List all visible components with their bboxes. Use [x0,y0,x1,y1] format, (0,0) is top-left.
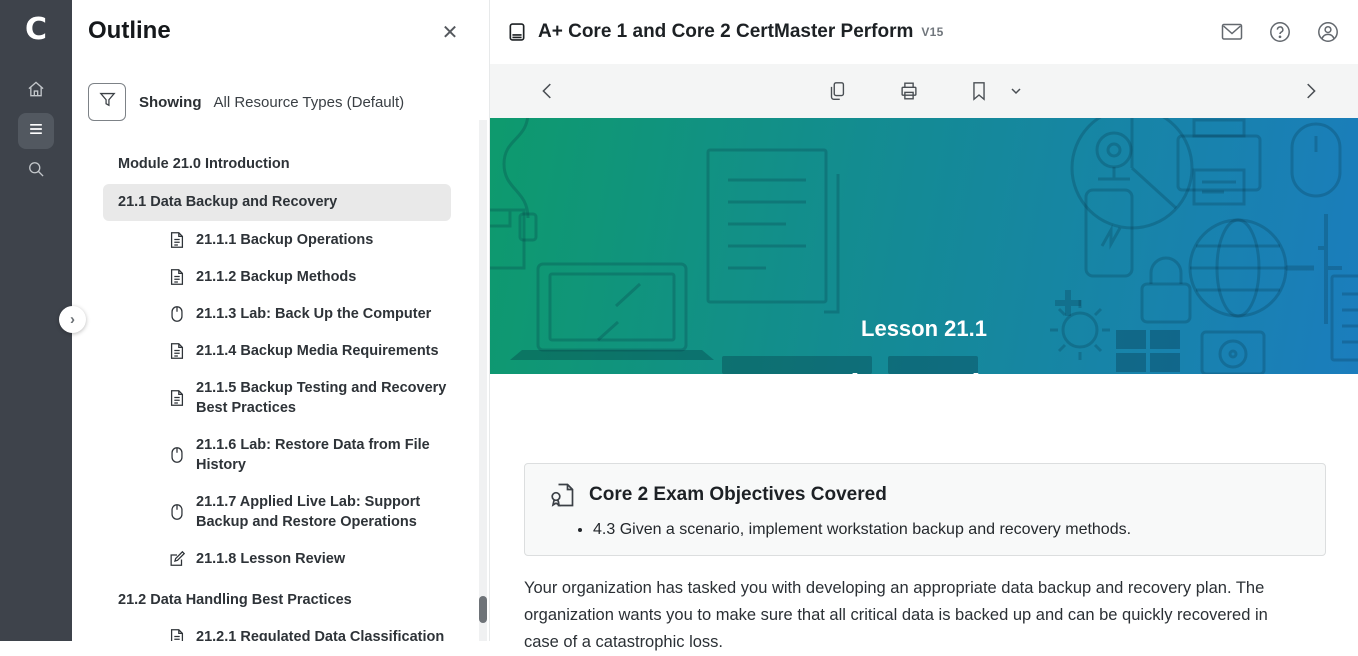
outline-item[interactable]: Module 21.0 Introduction [72,146,482,183]
close-outline-button[interactable]: ✕ [439,22,461,44]
account-icon[interactable] [1316,20,1340,44]
mouse-icon [168,305,186,323]
document-icon [168,389,186,407]
document-icon [168,342,186,360]
previous-page-button[interactable] [534,64,562,118]
lesson-number: Lesson 21.1 [490,316,1358,342]
print-icon[interactable] [894,64,924,118]
outline-scrollbar-thumb[interactable] [479,596,487,623]
home-button[interactable] [18,73,54,109]
hamburger-icon [26,119,46,144]
outline-item[interactable]: 21.1.5 Backup Testing and Recovery Best … [72,370,482,427]
edit-icon [168,550,186,568]
lesson-toolbar [490,64,1358,118]
exam-objectives-list: 4.3 Given a scenario, implement workstat… [593,519,1301,541]
lesson-intro-paragraph: Your organization has tasked you with de… [524,575,1302,656]
outline-item[interactable]: 21.2.1 Regulated Data Classification [72,619,482,641]
outline-item-label: 21.1.8 Lesson Review [196,549,345,569]
mail-icon[interactable] [1220,20,1244,44]
course-title: A+ Core 1 and Core 2 CertMaster Perform [538,21,913,43]
outline-item-label: 21.1.1 Backup Operations [196,230,373,250]
copy-icon[interactable] [823,64,851,118]
certificate-icon [549,481,577,509]
chevron-right-icon: › [70,311,75,328]
lesson-title: Data Backup and Recovery [490,368,1358,374]
outline-item-label: 21.1.7 Applied Live Lab: Support Backup … [196,492,448,532]
outline-item-label: 21.1.2 Backup Methods [196,267,356,287]
exam-objectives-title: Core 2 Exam Objectives Covered [589,484,887,506]
collapse-panel-button[interactable]: › [59,306,86,333]
objective-bullet: 4.3 Given a scenario, implement workstat… [593,519,1301,541]
bookmark-dropdown-caret-icon[interactable] [1005,64,1027,118]
outline-item[interactable]: 21.1.2 Backup Methods [72,259,482,296]
document-icon [168,268,186,286]
outline-item-label: 21.2.1 Regulated Data Classification [196,627,444,641]
outline-item-selected[interactable]: 21.1 Data Backup and Recovery [103,184,451,221]
outline-filter-row: Showing All Resource Types (Default) [88,83,404,121]
close-icon: ✕ [442,22,459,44]
main-content: A+ Core 1 and Core 2 CertMaster Perform … [490,0,1358,641]
exam-objectives-box: Core 2 Exam Objectives Covered 4.3 Given… [524,463,1326,556]
outline-item-label: 21.2 Data Handling Best Practices [118,590,352,610]
mouse-icon [168,446,186,464]
outline-tree: Module 21.0 Introduction 21.1 Data Backup… [72,146,482,641]
search-button[interactable] [18,153,54,189]
course-header: A+ Core 1 and Core 2 CertMaster Perform … [490,0,1358,64]
outline-item[interactable]: 21.1.7 Applied Live Lab: Support Backup … [72,484,482,541]
outline-item[interactable]: 21.1.6 Lab: Restore Data from File Histo… [72,427,482,484]
search-icon [26,159,46,184]
outline-panel: Outline ✕ Showing All Resource Types (De… [72,0,490,641]
document-icon [168,231,186,249]
lesson-hero-banner: Lesson 21.1 Data Backup and Recovery [490,118,1358,374]
outline-item-label: 21.1.4 Backup Media Requirements [196,341,439,361]
course-book-icon [507,22,527,42]
header-actions [1220,0,1340,64]
outline-item-label: 21.1.3 Lab: Back Up the Computer [196,304,431,324]
document-icon [168,628,186,641]
outline-item-label: 21.1.5 Backup Testing and Recovery Best … [196,378,448,418]
outline-item[interactable]: 21.1.3 Lab: Back Up the Computer [72,296,482,333]
help-icon[interactable] [1268,20,1292,44]
mouse-icon [168,503,186,521]
comptia-logo: C [0,12,72,47]
outline-item[interactable]: 21.1.1 Backup Operations [72,222,482,259]
outline-item[interactable]: 21.2 Data Handling Best Practices [72,582,482,619]
filter-showing-label: Showing [139,94,202,111]
outline-item[interactable]: 21.1.8 Lesson Review [72,541,482,578]
course-version-badge: V15 [921,25,943,39]
outline-item[interactable]: 21.1.4 Backup Media Requirements [72,333,482,370]
outline-item-label: 21.1 Data Backup and Recovery [118,192,337,212]
home-icon [26,79,46,104]
outline-scrollbar-track[interactable] [479,120,487,641]
outline-item-label: Module 21.0 Introduction [118,154,290,174]
outline-menu-button[interactable] [18,113,54,149]
next-page-button[interactable] [1296,64,1324,118]
outline-item-label: 21.1.6 Lab: Restore Data from File Histo… [196,435,448,475]
outline-panel-title: Outline [88,17,171,45]
bookmark-icon[interactable] [967,64,991,118]
filter-button[interactable] [88,83,126,121]
filter-funnel-icon [98,90,117,114]
filter-current-value: All Resource Types (Default) [214,94,405,111]
